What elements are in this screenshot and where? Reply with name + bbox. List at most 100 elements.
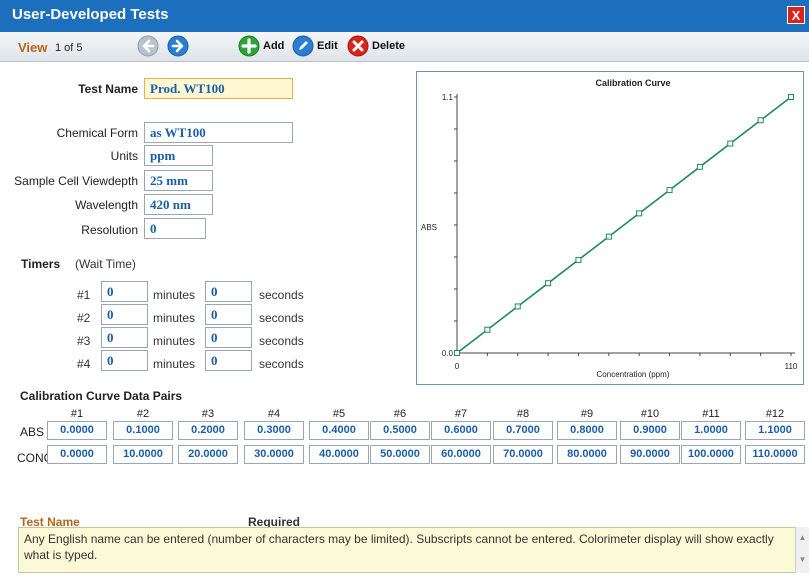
minutes-label: minutes <box>153 311 196 325</box>
timers-title: Timers <box>21 257 61 271</box>
conc-value-field[interactable]: 70.0000 <box>493 445 553 464</box>
calibration-point <box>696 163 703 170</box>
add-label: Add <box>263 40 285 52</box>
add-button[interactable]: Add <box>238 35 284 57</box>
data-pair-header: #4 <box>267 408 281 420</box>
conc-value-field[interactable]: 10.0000 <box>113 445 173 464</box>
abs-value-field[interactable]: 0.7000 <box>493 421 553 440</box>
timer-1-minutes-field[interactable]: 0 <box>101 281 148 302</box>
delete-label: Delete <box>372 40 406 52</box>
record-counter: 1 of 5 <box>55 42 83 54</box>
x-icon <box>347 35 369 57</box>
data-pair-header: #12 <box>765 408 785 420</box>
timer-row-label: #4 <box>77 357 91 371</box>
previous-record-button[interactable] <box>137 35 159 57</box>
chemical-form-field[interactable]: as WT100 <box>144 122 293 143</box>
timer-2-seconds-field[interactable]: 0 <box>205 304 252 325</box>
minutes-label: minutes <box>153 334 196 348</box>
minutes-label: minutes <box>153 357 196 371</box>
data-pair-header: #9 <box>580 408 594 420</box>
conc-value-field[interactable]: 80.0000 <box>557 445 617 464</box>
units-field[interactable]: ppm <box>144 145 213 166</box>
calibration-point <box>545 280 552 287</box>
abs-value-field[interactable]: 0.9000 <box>620 421 680 440</box>
chemical-form-label: Chemical Form <box>56 126 138 140</box>
conc-value-field[interactable]: 30.0000 <box>244 445 304 464</box>
calibration-point <box>575 256 582 263</box>
resolution-label: Resolution <box>81 223 138 237</box>
abs-value-field[interactable]: 0.3000 <box>244 421 304 440</box>
calibration-point <box>666 187 673 194</box>
abs-value-field[interactable]: 0.2000 <box>178 421 238 440</box>
scroll-down-icon[interactable]: ▼ <box>796 549 809 571</box>
delete-button[interactable]: Delete <box>347 35 405 57</box>
data-pair-header: #7 <box>454 408 468 420</box>
abs-value-field[interactable]: 1.0000 <box>681 421 741 440</box>
conc-value-field[interactable]: 110.0000 <box>745 445 805 464</box>
calibration-point <box>454 350 460 356</box>
conc-value-field[interactable]: 50.0000 <box>370 445 430 464</box>
timer-4-minutes-field[interactable]: 0 <box>101 350 148 371</box>
edit-label: Edit <box>317 40 338 52</box>
test-name-label: Test Name <box>78 82 138 96</box>
seconds-label: seconds <box>259 311 304 325</box>
plus-icon <box>238 35 260 57</box>
abs-value-field[interactable]: 0.5000 <box>370 421 430 440</box>
data-pair-header: #11 <box>702 408 720 420</box>
timers-subtitle: (Wait Time) <box>75 257 136 271</box>
toolbar: View 1 of 5 Add Edit Delete <box>0 32 809 62</box>
conc-value-field[interactable]: 100.0000 <box>681 445 741 464</box>
conc-value-field[interactable]: 0.0000 <box>47 445 107 464</box>
help-panel: Test Name Required Any English name can … <box>0 512 809 577</box>
help-text: Any English name can be entered (number … <box>18 527 809 573</box>
wavelength-field[interactable]: 420 nm <box>144 194 213 215</box>
edit-button[interactable]: Edit <box>292 35 338 57</box>
abs-value-field[interactable]: 1.1000 <box>745 421 805 440</box>
calibration-series-line <box>456 96 792 354</box>
calibration-point <box>757 117 764 124</box>
minutes-label: minutes <box>153 288 196 302</box>
title-bar: User-Developed Tests X <box>0 0 809 32</box>
viewdepth-field[interactable]: 25 mm <box>144 170 213 191</box>
timer-3-minutes-field[interactable]: 0 <box>101 327 148 348</box>
calibration-point <box>605 233 612 240</box>
chart-x-tick-label: 110 <box>785 362 798 371</box>
calibration-point <box>636 210 643 217</box>
abs-value-field[interactable]: 0.4000 <box>309 421 369 440</box>
window-title: User-Developed Tests <box>12 6 169 23</box>
test-name-field[interactable]: Prod. WT100 <box>144 78 293 99</box>
close-button[interactable]: X <box>787 6 805 24</box>
scroll-up-icon[interactable]: ▲ <box>796 527 809 549</box>
help-scrollbar[interactable]: ▲ ▼ <box>795 527 809 573</box>
next-record-button[interactable] <box>167 35 189 57</box>
abs-value-field[interactable]: 0.6000 <box>431 421 491 440</box>
seconds-label: seconds <box>259 334 304 348</box>
resolution-field[interactable]: 0 <box>144 218 206 239</box>
conc-value-field[interactable]: 40.0000 <box>309 445 369 464</box>
chart-y-tick-label: 1.1 <box>442 93 454 102</box>
chart-y-axis-label: ABS <box>421 223 437 232</box>
arrow-right-icon <box>167 35 189 57</box>
data-pair-header: #6 <box>393 408 407 420</box>
conc-value-field[interactable]: 90.0000 <box>620 445 680 464</box>
conc-value-field[interactable]: 20.0000 <box>178 445 238 464</box>
data-pair-header: #1 <box>70 408 84 420</box>
chart-y-tick-label: 0.0 <box>442 349 454 358</box>
timer-1-seconds-field[interactable]: 0 <box>205 281 252 302</box>
data-pair-header: #2 <box>136 408 150 420</box>
chart-x-tick-label: 0 <box>455 362 460 371</box>
timer-2-minutes-field[interactable]: 0 <box>101 304 148 325</box>
seconds-label: seconds <box>259 357 304 371</box>
calibration-point <box>788 94 794 100</box>
abs-value-field[interactable]: 0.8000 <box>557 421 617 440</box>
timer-4-seconds-field[interactable]: 0 <box>205 350 252 371</box>
abs-value-field[interactable]: 0.0000 <box>47 421 107 440</box>
abs-value-field[interactable]: 0.1000 <box>113 421 173 440</box>
conc-value-field[interactable]: 60.0000 <box>431 445 491 464</box>
calibration-point <box>514 303 521 310</box>
data-pairs-title: Calibration Curve Data Pairs <box>20 389 183 403</box>
chart-title: Calibration Curve <box>595 78 670 88</box>
timer-3-seconds-field[interactable]: 0 <box>205 327 252 348</box>
timer-row-label: #2 <box>77 311 91 325</box>
data-pair-header: #10 <box>640 408 660 420</box>
